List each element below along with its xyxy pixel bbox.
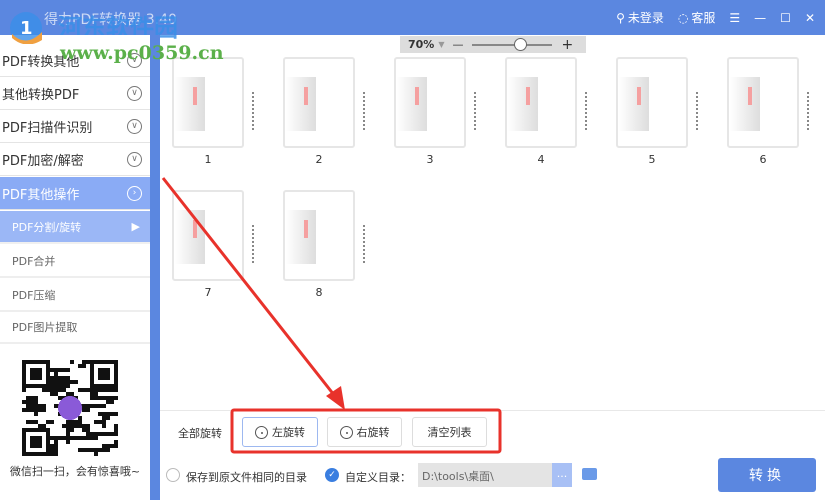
page-content: [304, 220, 308, 238]
chevron-down-icon: ∨: [127, 152, 142, 167]
sub-pdf-split-rotate[interactable]: PDF分割/旋转 ▶: [0, 211, 150, 244]
page-preview: [508, 77, 538, 131]
sub-label: PDF合并: [12, 254, 56, 268]
menu-label: 其他转换PDF: [2, 87, 80, 103]
page-thumbnail[interactable]: [727, 57, 799, 148]
page-preview: [175, 210, 205, 264]
page-number: 1: [204, 153, 212, 166]
service-button[interactable]: ◌ 客服: [678, 9, 716, 26]
rotate-right-button[interactable]: 右旋转: [327, 417, 402, 447]
page-content: [748, 87, 752, 105]
zoom-bar: 70% ▼ — +: [400, 36, 586, 53]
menu-other-to-pdf[interactable]: 其他转换PDF ∨: [0, 77, 150, 110]
browse-button[interactable]: ...: [552, 463, 572, 487]
zoom-slider-handle[interactable]: [513, 37, 527, 51]
sub-label: PDF压缩: [12, 288, 56, 302]
chevron-right-icon: ›: [127, 186, 142, 201]
menu-label: PDF加密/解密: [2, 153, 84, 169]
page-thumbnail[interactable]: [172, 57, 244, 148]
zoom-in-button[interactable]: +: [562, 37, 574, 53]
chat-icon: ◌: [677, 10, 689, 25]
page-thumbnail[interactable]: [394, 57, 466, 148]
zoom-out-button[interactable]: —: [453, 38, 464, 51]
divider: [160, 410, 825, 411]
path-input[interactable]: D:\tools\桌面\: [418, 463, 552, 487]
menu-pdf-ocr[interactable]: PDF扫描件识别 ∨: [0, 110, 150, 143]
qr-caption: 微信扫一扫，会有惊喜哦~: [9, 465, 141, 478]
watermark-url: www.pc0359.cn: [60, 42, 224, 64]
page-preview: [619, 77, 649, 131]
page-content: [526, 87, 530, 105]
page-number: 5: [648, 153, 656, 166]
page-content: [304, 87, 308, 105]
page-separator: [363, 225, 365, 263]
page-preview: [286, 77, 316, 131]
page-number: 3: [426, 153, 434, 166]
page-number: 6: [759, 153, 767, 166]
page-separator: [363, 92, 365, 130]
page-separator: [696, 92, 698, 130]
chevron-down-icon: ∨: [127, 119, 142, 134]
rotate-right-icon: [339, 425, 353, 439]
page-thumbnail[interactable]: [172, 190, 244, 281]
page-preview: [175, 77, 205, 131]
sub-pdf-image-extract[interactable]: PDF图片提取: [0, 311, 150, 344]
chevron-down-icon: ∨: [127, 86, 142, 101]
sub-pdf-merge[interactable]: PDF合并: [0, 245, 150, 278]
login-button[interactable]: ⚲ 未登录: [616, 9, 664, 26]
sub-label: PDF图片提取: [12, 320, 78, 334]
page-preview: [730, 77, 760, 131]
page-thumbnail[interactable]: [505, 57, 577, 148]
sidebar-border: [150, 35, 160, 500]
page-content: [193, 220, 197, 238]
page-thumbnail[interactable]: [616, 57, 688, 148]
user-icon: ⚲: [616, 10, 625, 25]
page-separator: [252, 92, 254, 130]
menu-label: PDF其他操作: [2, 187, 80, 203]
page-content: [193, 87, 197, 105]
title-bar: 得力PDF转换器 3.40 河东软件园 ⚲ 未登录 ◌ 客服 ☰ — ☐ ✕: [0, 0, 825, 42]
same-dir-radio[interactable]: [166, 468, 180, 482]
maximize-icon[interactable]: ☐: [780, 11, 791, 25]
rotate-all-label: 全部旋转: [178, 427, 222, 440]
menu-label: PDF扫描件识别: [2, 120, 93, 136]
menu-icon[interactable]: ☰: [729, 11, 740, 25]
page-separator: [252, 225, 254, 263]
watermark-logo-icon: 1: [10, 12, 42, 44]
page-separator: [807, 92, 809, 130]
page-number: 8: [315, 286, 323, 299]
same-dir-label: 保存到原文件相同的目录: [186, 471, 307, 484]
page-number: 7: [204, 286, 212, 299]
page-preview: [397, 77, 427, 131]
menu-pdf-encrypt[interactable]: PDF加密/解密 ∨: [0, 143, 150, 176]
zoom-dropdown-icon[interactable]: ▼: [438, 40, 444, 49]
page-content: [415, 87, 419, 105]
rotate-left-button[interactable]: 左旋转: [242, 417, 318, 447]
folder-icon[interactable]: [582, 468, 597, 480]
zoom-level[interactable]: 70%: [408, 38, 434, 51]
qr-code: [22, 360, 118, 456]
arrow-right-icon: ▶: [131, 220, 140, 233]
zoom-slider[interactable]: [471, 37, 552, 51]
minimize-icon[interactable]: —: [754, 11, 766, 25]
page-content: [637, 87, 641, 105]
sub-label: PDF分割/旋转: [12, 220, 82, 234]
clear-list-button[interactable]: 清空列表: [412, 417, 487, 447]
convert-button[interactable]: 转换: [718, 458, 816, 492]
custom-dir-radio[interactable]: ✓: [325, 468, 339, 482]
page-thumbnail[interactable]: [283, 190, 355, 281]
menu-pdf-other-ops[interactable]: PDF其他操作 ›: [0, 177, 150, 210]
svg-text:1: 1: [20, 18, 33, 39]
page-number: 4: [537, 153, 545, 166]
page-thumbnail[interactable]: [283, 57, 355, 148]
custom-dir-label: 自定义目录：: [345, 471, 411, 484]
page-separator: [585, 92, 587, 130]
close-icon[interactable]: ✕: [805, 11, 815, 25]
rotate-left-icon: [255, 425, 268, 439]
sub-pdf-compress[interactable]: PDF压缩: [0, 279, 150, 312]
annotation-arrowhead: [326, 386, 345, 410]
page-preview: [286, 210, 316, 264]
page-number: 2: [315, 153, 323, 166]
page-separator: [474, 92, 476, 130]
